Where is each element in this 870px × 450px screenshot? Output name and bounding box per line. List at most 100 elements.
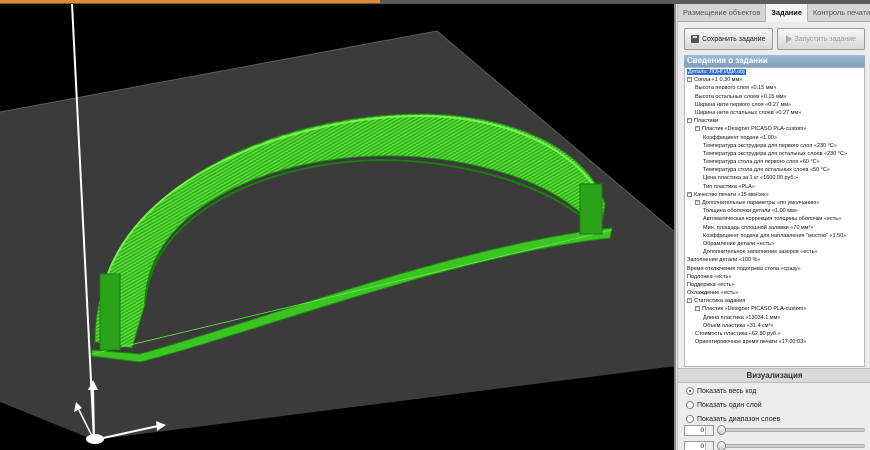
tree-item-label: Пластик «Designer PICASO PLA-custom» (702, 126, 807, 133)
radio-show-range[interactable]: Показать диапазон слоев (686, 414, 780, 424)
tree-item[interactable]: Мин. площадь сплошной заливки «70 мм²» (685, 224, 864, 232)
radio-show-all-label: Показать весь код (697, 387, 757, 395)
collapse-toggle-icon[interactable]: − (687, 298, 692, 304)
tree-item[interactable]: Объем пластика «31.4 см³» (685, 322, 864, 330)
tree-item[interactable]: Деталь: ЛОНГИДИ.obj (685, 68, 864, 76)
tree-item[interactable]: − Пластики (685, 117, 864, 125)
tree-item[interactable]: − Пластик «Designer PICASO PLA-custom» (685, 305, 864, 313)
tree-item[interactable]: Цена пластика за 1 кг «1600.00 руб.» (685, 174, 864, 182)
tree-item-label: Дополнительное заполнение зазоров «есть» (703, 249, 818, 256)
tree-item-label: Ориентировочное время печати «17:00:03» (695, 339, 807, 346)
collapse-toggle-icon[interactable]: − (695, 126, 700, 132)
tree-item-label: Деталь: ЛОНГИДИ.obj (687, 69, 746, 75)
tab-task[interactable]: Задание (766, 4, 808, 22)
tree-item[interactable]: Заполнение детали «100 %» (685, 256, 864, 264)
radio-show-all-circle[interactable] (686, 387, 694, 395)
tree-item[interactable]: Длина пластика «13034.1 мм» (685, 314, 864, 322)
layer-spinbox-1[interactable]: 0 (684, 424, 714, 436)
tree-item-label: Время отключения подогрева стола «сразу» (687, 265, 801, 272)
tab-print-control[interactable]: Контроль печати (808, 4, 870, 22)
y-axis-arrow (92, 387, 95, 441)
tree-item[interactable]: − Качество печати «15 мм/сек» (685, 191, 864, 199)
run-task-label: Запустить задание (794, 35, 857, 43)
tree-item-label: Температура экструдера для остальных сло… (703, 150, 848, 157)
scene-svg (0, 4, 674, 444)
tree-item-label: Высота первого слоя «0.15 мм» (695, 85, 777, 92)
3d-viewport[interactable] (0, 4, 676, 450)
tree-item[interactable]: Ширина нити остальных слоев «0.27 мм» (685, 109, 864, 117)
tree-item[interactable]: Ориентировочное время печати «17:00:03» (685, 338, 864, 346)
tree-item-label: Коэффициент подачи «1.00» (703, 134, 777, 141)
origin-marker (86, 434, 104, 444)
tree-item-label: Пластики (694, 118, 719, 125)
tree-item[interactable]: Дополнительное заполнение зазоров «есть» (685, 248, 864, 256)
tree-item[interactable]: Высота остальных слоев «0.15 мм» (685, 93, 864, 101)
radio-show-one-layer[interactable]: Показать один слой (686, 400, 762, 410)
radio-show-one-layer-circle[interactable] (686, 401, 694, 409)
tree-item[interactable]: Автоматическая коррекция толщины оболочк… (685, 215, 864, 223)
save-task-label: Сохранить задание (702, 35, 766, 43)
tree-item-label: Заполнение детали «100 %» (687, 257, 761, 264)
tree-item[interactable]: Температура экструдера для первого слоя … (685, 142, 864, 150)
task-toolbar: Сохранить задание Запустить задание (684, 28, 865, 50)
tree-item[interactable]: Время отключения подогрева стола «сразу» (685, 265, 864, 273)
layer-slider-row-2: 0 (684, 440, 865, 450)
collapse-toggle-icon[interactable]: − (687, 118, 692, 124)
radio-show-all[interactable]: Показать весь код (686, 386, 756, 396)
layer-slider-2[interactable] (717, 441, 865, 450)
tree-item-label: Температура стола для первого слоя «60 °… (703, 159, 820, 166)
tree-item-label: Сопла «1 0.30 мм» (694, 77, 743, 84)
tree-item[interactable]: Температура экструдера для остальных сло… (685, 150, 864, 158)
tree-item[interactable]: − Дополнительные параметры «по умолчанию» (685, 199, 864, 207)
tree-item[interactable]: − Сопла «1 0.30 мм» (685, 76, 864, 84)
tree-item[interactable]: Обрамление детали «есть» (685, 240, 864, 248)
task-info-header: Сведения о задании (684, 55, 865, 67)
collapse-toggle-icon[interactable]: − (695, 306, 700, 312)
tree-item[interactable]: − Пластик «Designer PICASO PLA-custom» (685, 125, 864, 133)
radio-show-one-layer-label: Показать один слой (697, 401, 762, 409)
tree-item[interactable]: Охлаждение «есть» (685, 289, 864, 297)
tab-placement[interactable]: Размещение объектов (678, 4, 767, 22)
task-info-tree[interactable]: Деталь: ЛОНГИДИ.obj − Сопла «1 0.30 мм» Выс… (684, 67, 865, 367)
tree-item-label: Обрамление детали «есть» (703, 240, 775, 247)
left-end-rib (99, 273, 121, 351)
save-task-button[interactable]: Сохранить задание (684, 28, 773, 50)
tree-item[interactable]: Поддержка «есть» (685, 281, 864, 289)
tree-item-label: Тип пластика «PLA» (703, 183, 755, 190)
play-icon (785, 35, 792, 43)
top-accent (0, 0, 380, 3)
tree-item[interactable]: − Статистика задания (685, 297, 864, 305)
right-panel: Размещение объектов Задание Контроль печ… (677, 4, 870, 450)
tree-item-label: Дополнительные параметры «по умолчанию» (702, 200, 820, 206)
tree-item-label: Ширина нити остальных слоев «0.27 мм» (695, 109, 802, 116)
tree-item[interactable]: Температура стола для остальных слоев «5… (685, 166, 864, 174)
layer-spinbox-2[interactable]: 0 (684, 440, 714, 450)
tree-item-label: Охлаждение «есть» (687, 290, 739, 297)
tree-item[interactable]: Подложка «есть» (685, 273, 864, 281)
tree-item[interactable]: Тип пластика «PLA» (685, 183, 864, 191)
tree-item[interactable]: Толщина оболочки детали «1.00 мм» (685, 207, 864, 215)
tree-item[interactable]: Стоимость пластика «62.80 руб.» (685, 330, 864, 338)
tab-bar: Размещение объектов Задание Контроль печ… (678, 4, 870, 22)
collapse-toggle-icon[interactable]: − (687, 77, 692, 83)
tree-item-label: Толщина оболочки детали «1.00 мм» (703, 208, 798, 215)
tree-item-label: Ширина нити первого слоя «0.27 мм» (695, 101, 792, 108)
radio-show-range-circle[interactable] (686, 415, 694, 423)
tree-item[interactable]: Коэффициент подачи «1.00» (685, 134, 864, 142)
tree-item-label: Стоимость пластика «62.80 руб.» (695, 331, 781, 337)
tree-item-label: Автоматическая коррекция толщины оболочк… (703, 216, 842, 223)
tree-item-label: Пластик «Designer PICASO PLA-custom» (702, 306, 807, 313)
layer-slider-1[interactable] (717, 425, 865, 435)
tree-item-label: Температура экструдера для первого слоя … (703, 142, 837, 149)
slider-thumb-1[interactable] (717, 425, 726, 435)
tree-item[interactable]: Высота первого слоя «0.15 мм» (685, 84, 864, 92)
tree-item[interactable]: Температура стола для первого слоя «60 °… (685, 158, 864, 166)
tree-item-label: Объем пластика «31.4 см³» (703, 322, 774, 329)
collapse-toggle-icon[interactable]: − (695, 200, 700, 206)
right-end-rib (579, 183, 603, 235)
tree-item[interactable]: Ширина нити первого слоя «0.27 мм» (685, 101, 864, 109)
tree-item[interactable]: Коэффициент подачи для наплавления "мост… (685, 232, 864, 240)
collapse-toggle-icon[interactable]: − (687, 191, 692, 197)
run-task-button[interactable]: Запустить задание (776, 28, 865, 50)
slider-thumb-2[interactable] (717, 441, 726, 450)
